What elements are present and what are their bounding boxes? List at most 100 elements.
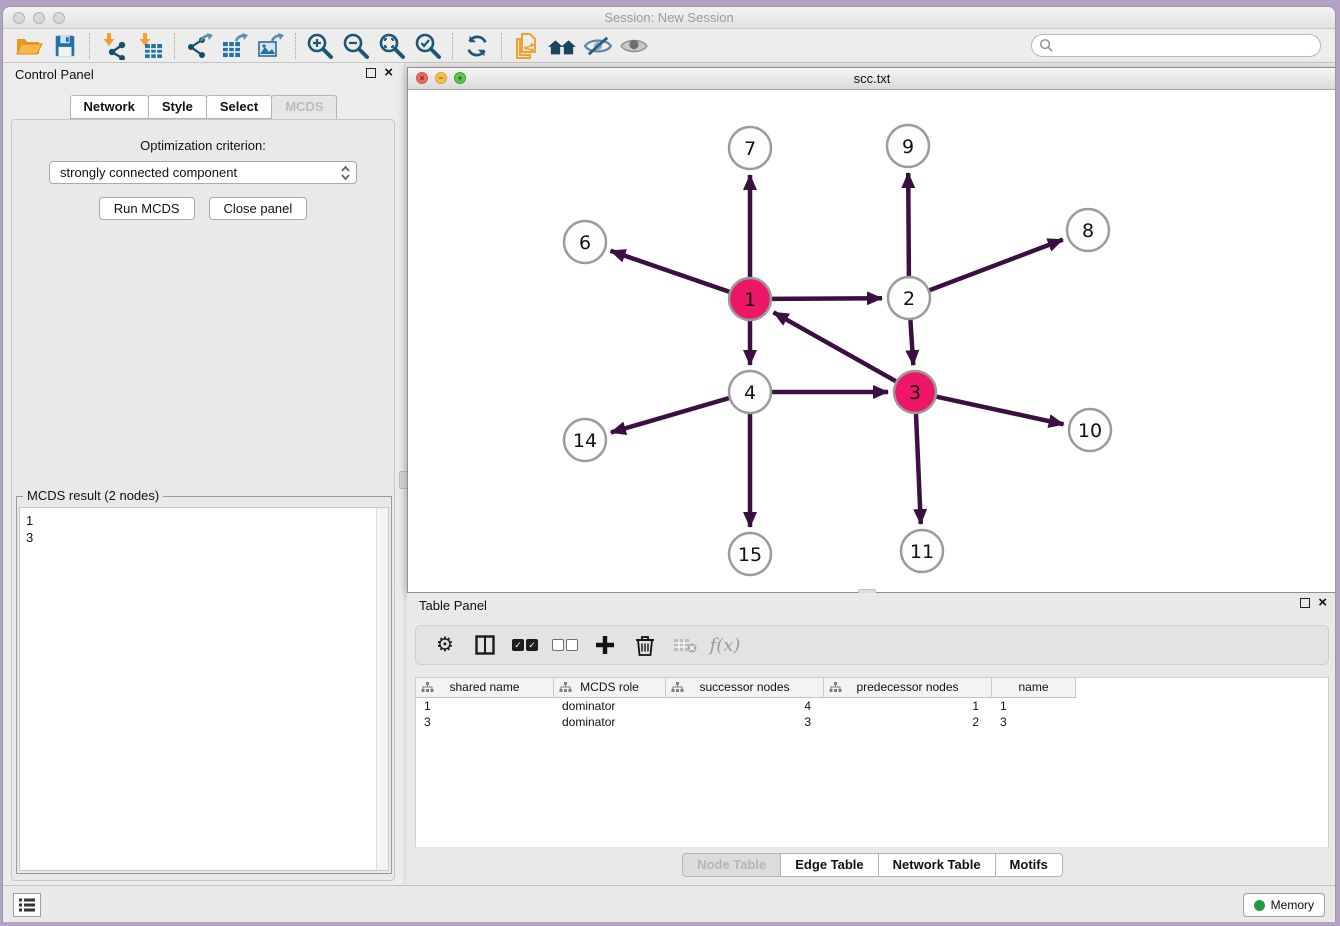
import-table-button[interactable] (132, 31, 168, 61)
cell-0-1[interactable]: dominator (554, 698, 666, 714)
node-label-15: 15 (738, 544, 762, 566)
hierarchy-icon (671, 682, 684, 693)
hide-selected-button[interactable] (580, 31, 616, 61)
zoom-in-button[interactable] (302, 31, 338, 61)
tab-style[interactable]: Style (148, 95, 207, 119)
cell-1-2[interactable]: 3 (666, 714, 824, 730)
zoom-fit-button[interactable] (374, 31, 410, 61)
edge-2-9[interactable] (908, 173, 909, 276)
network-window-title: scc.txt (408, 68, 1336, 89)
edge-1-6[interactable] (611, 251, 730, 292)
column-header-MCDS-role[interactable]: MCDS role (554, 678, 666, 698)
save-session-button[interactable] (47, 31, 83, 61)
zoom-selected-button[interactable] (410, 31, 446, 61)
edge-3-10[interactable] (937, 397, 1064, 425)
node-label-11: 11 (910, 541, 934, 563)
delete-table-button[interactable] (670, 630, 700, 660)
mcds-result-area[interactable]: 1 3 (19, 507, 389, 871)
column-label: name (1018, 680, 1048, 694)
main-toolbar (3, 29, 1335, 63)
optimization-criterion-dropdown[interactable]: strongly connected component (49, 161, 357, 184)
show-columns-button[interactable] (470, 630, 500, 660)
float-table-panel-icon[interactable] (1300, 598, 1310, 608)
cell-1-0[interactable]: 3 (416, 714, 554, 730)
edge-2-3[interactable] (910, 320, 913, 365)
column-header-successor-nodes[interactable]: successor nodes (666, 678, 824, 698)
minimize-window-button[interactable] (33, 12, 45, 24)
close-panel-button[interactable]: Close panel (209, 197, 308, 220)
open-session-button[interactable] (11, 31, 47, 61)
cell-0-2[interactable]: 4 (666, 698, 824, 714)
network-canvas[interactable]: 7968124314101511 (408, 90, 1336, 592)
zoom-window-button[interactable] (53, 12, 65, 24)
table-settings-button[interactable]: ⚙ (430, 630, 460, 660)
add-row-button[interactable] (590, 630, 620, 660)
export-network-button[interactable] (181, 31, 217, 61)
delete-row-button[interactable] (630, 630, 660, 660)
export-network-icon (185, 32, 213, 60)
memory-button[interactable]: Memory (1243, 893, 1325, 917)
float-panel-icon[interactable] (366, 68, 376, 78)
cell-1-3[interactable]: 2 (824, 714, 992, 730)
column-header-name[interactable]: name (992, 678, 1076, 698)
tab-node-table[interactable]: Node Table (682, 853, 781, 877)
edge-3-1[interactable] (774, 312, 896, 381)
close-network-button[interactable]: × (416, 72, 428, 84)
cell-0-3[interactable]: 1 (824, 698, 992, 714)
tab-network-table[interactable]: Network Table (878, 853, 996, 877)
close-panel-icon[interactable]: × (384, 68, 393, 78)
window-title: Session: New Session (3, 7, 1335, 28)
cell-1-1[interactable]: dominator (554, 714, 666, 730)
table-row[interactable]: 3dominator323 (416, 714, 1328, 730)
column-header-shared-name[interactable]: shared name (416, 678, 554, 698)
toolbar-separator (501, 33, 502, 59)
network-overview-button[interactable] (508, 31, 544, 61)
table-row[interactable]: 1dominator411 (416, 698, 1328, 714)
window-titlebar: Session: New Session (3, 7, 1335, 29)
cell-1-4[interactable]: 3 (992, 714, 1076, 730)
unchecked-boxes-icon (552, 639, 578, 651)
network-file-icon (512, 32, 540, 60)
column-header-predecessor-nodes[interactable]: predecessor nodes (824, 678, 992, 698)
zoom-out-button[interactable] (338, 31, 374, 61)
eye-icon (619, 34, 649, 58)
search-input[interactable] (1031, 34, 1321, 57)
minimize-network-button[interactable]: − (435, 72, 447, 84)
zoom-out-icon (342, 32, 370, 60)
checked-boxes-icon: ✓✓ (512, 639, 538, 651)
edge-1-2[interactable] (772, 298, 882, 299)
home-button[interactable] (544, 31, 580, 61)
run-mcds-button[interactable]: Run MCDS (99, 197, 195, 220)
network-window-titlebar[interactable]: × − + scc.txt (408, 68, 1336, 90)
export-image-button[interactable] (253, 31, 289, 61)
node-label-9: 9 (902, 136, 914, 158)
table-tabs: Node TableEdge TableNetwork TableMotifs (407, 853, 1336, 877)
task-history-button[interactable] (13, 893, 41, 917)
result-scrollbar[interactable] (376, 508, 388, 870)
close-window-button[interactable] (13, 12, 25, 24)
node-label-2: 2 (903, 288, 915, 310)
cell-0-0[interactable]: 1 (416, 698, 554, 714)
import-network-button[interactable] (96, 31, 132, 61)
deselect-all-button[interactable] (550, 630, 580, 660)
tab-network[interactable]: Network (70, 95, 149, 119)
close-table-panel-icon[interactable]: × (1318, 598, 1327, 608)
tab-mcds[interactable]: MCDS (271, 95, 337, 119)
tab-motifs[interactable]: Motifs (995, 853, 1063, 877)
edge-3-11[interactable] (916, 414, 921, 524)
edge-2-8[interactable] (930, 240, 1063, 291)
mcds-result-text: 1 3 (20, 508, 388, 550)
cell-0-4[interactable]: 1 (992, 698, 1076, 714)
network-graph[interactable]: 7968124314101511 (408, 90, 1336, 592)
refresh-button[interactable] (459, 31, 495, 61)
edge-4-14[interactable] (611, 398, 729, 432)
table-panel-header: Table Panel × (407, 593, 1336, 617)
table-toolbar: ⚙ ✓✓ (415, 625, 1329, 665)
function-builder-button[interactable]: f(x) (710, 630, 740, 660)
maximize-network-button[interactable]: + (454, 72, 466, 84)
tab-edge-table[interactable]: Edge Table (780, 853, 878, 877)
tab-select[interactable]: Select (206, 95, 272, 119)
export-table-button[interactable] (217, 31, 253, 61)
select-all-button[interactable]: ✓✓ (510, 630, 540, 660)
show-all-button[interactable] (616, 31, 652, 61)
